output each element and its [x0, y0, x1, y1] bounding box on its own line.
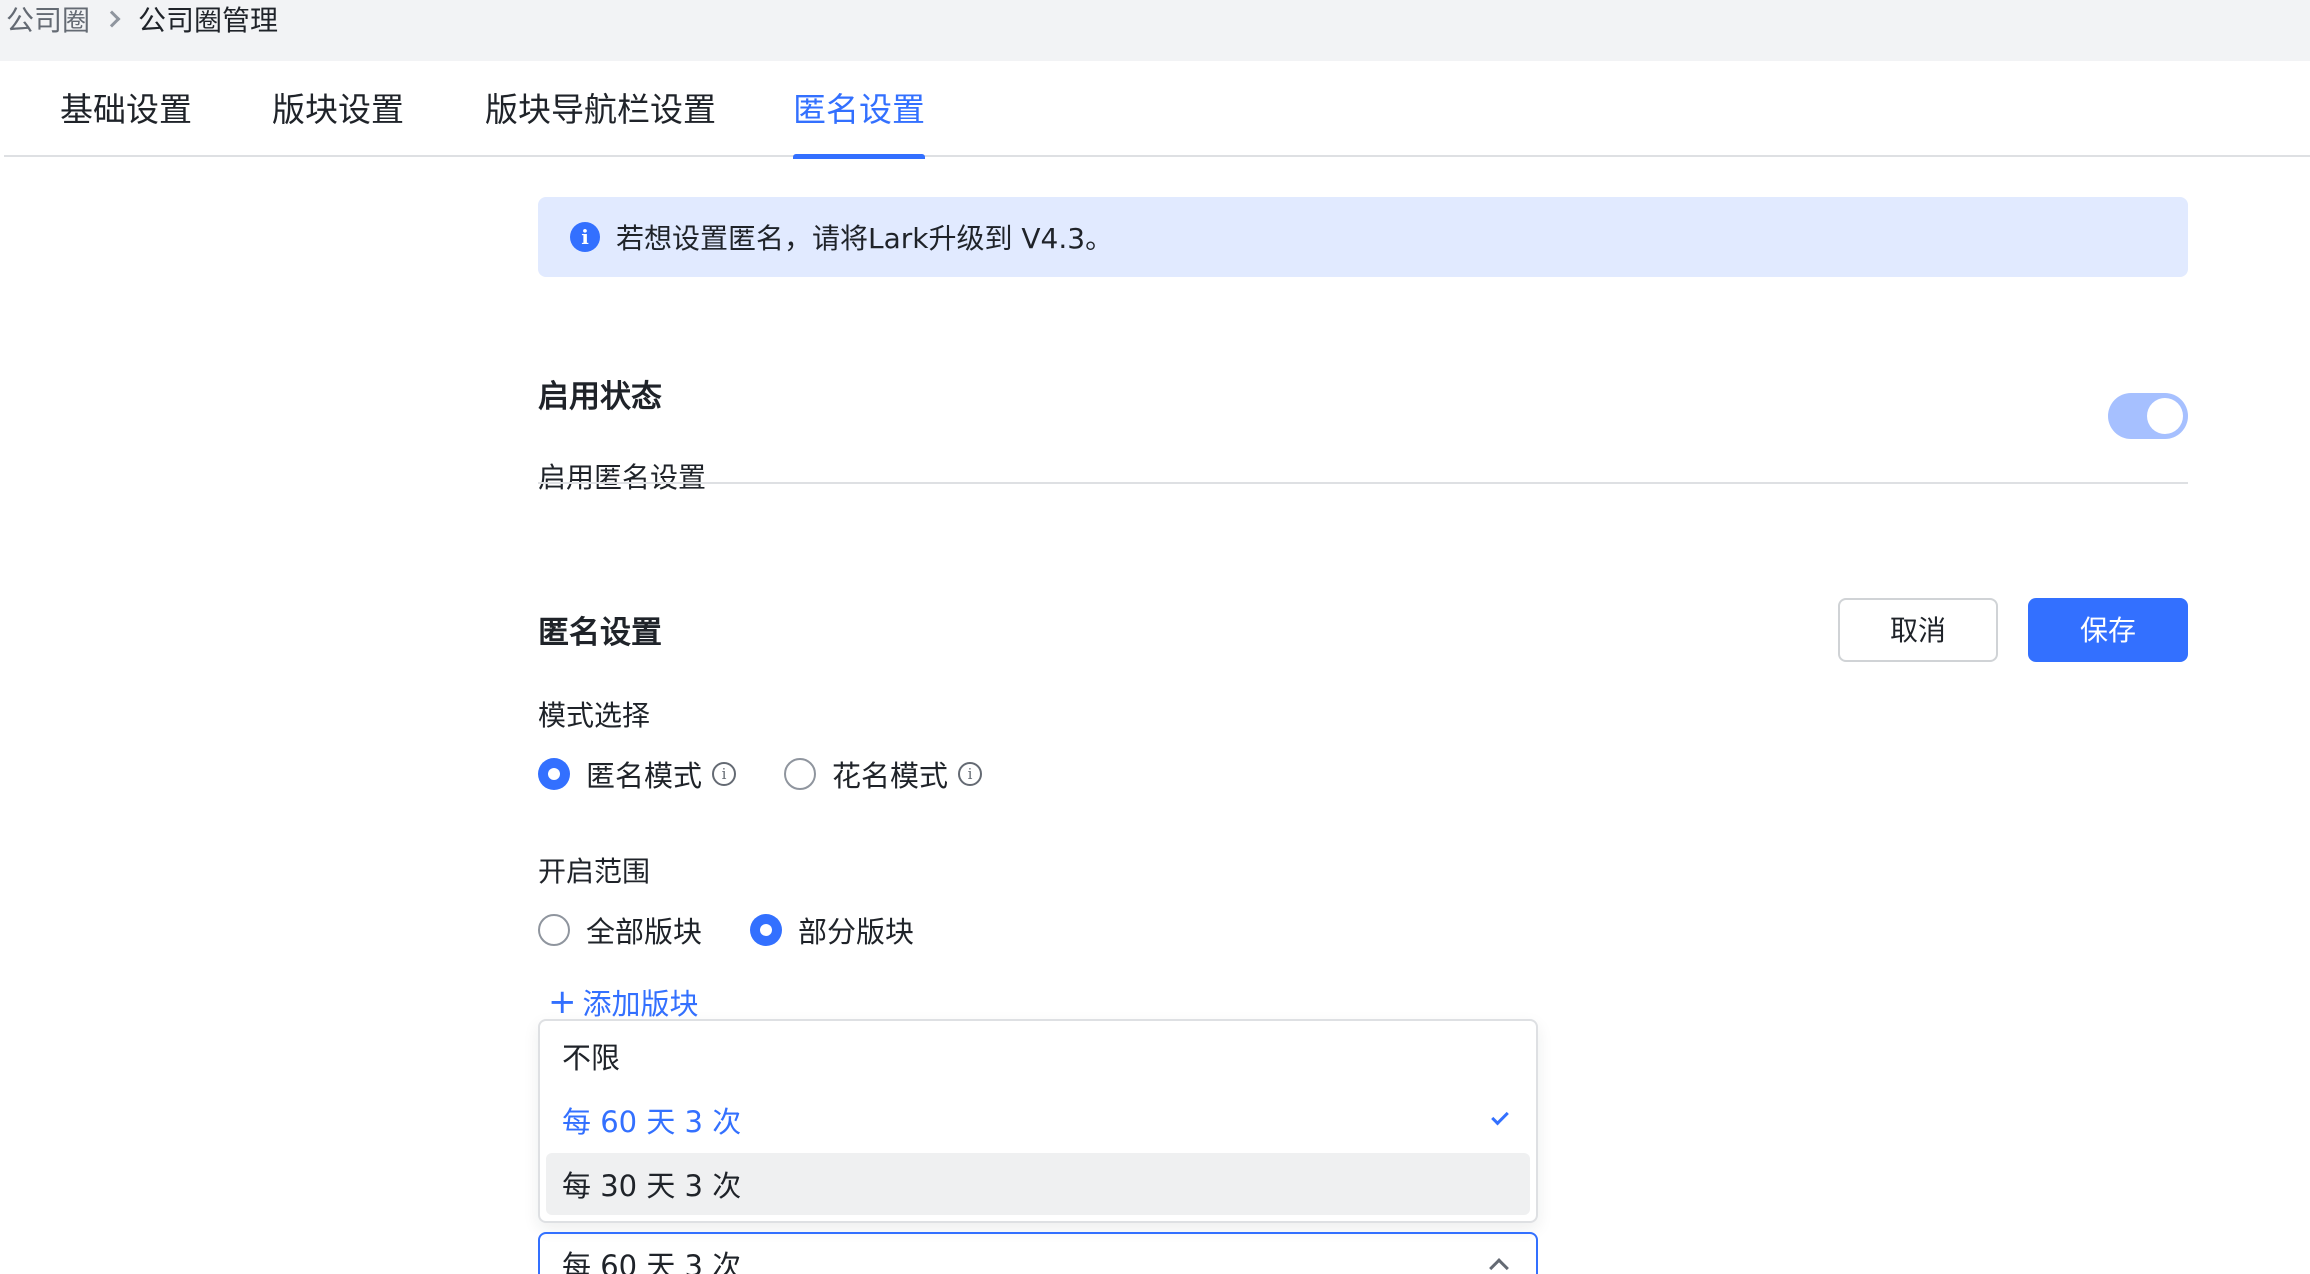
tab-board-nav-settings[interactable]: 版块导航栏设置	[485, 61, 716, 157]
notice-text: 若想设置匿名，请将Lark升级到 V4.3。	[616, 222, 1114, 255]
info-hint-icon[interactable]: i	[712, 762, 737, 786]
radio-anonymous-mode[interactable]: 匿名模式 i	[538, 753, 737, 795]
scope-label: 开启范围	[538, 855, 651, 888]
enable-status-title: 启用状态	[538, 379, 662, 415]
radio-label: 部分版块	[798, 915, 915, 949]
option-label: 不限	[562, 1041, 621, 1075]
radio-partial-boards[interactable]: 部分版块	[750, 909, 914, 951]
radio-checked-icon	[538, 758, 570, 790]
radio-nickname-mode[interactable]: 花名模式 i	[784, 753, 983, 795]
enable-anonymous-toggle[interactable]	[2108, 393, 2188, 439]
radio-label: 匿名模式	[586, 759, 703, 793]
breadcrumb: 公司圈 公司圈管理	[6, 0, 278, 38]
plus-icon: +	[548, 982, 577, 1022]
add-board-link[interactable]: + 添加版块	[548, 981, 699, 1023]
mode-radio-group: 匿名模式 i 花名模式 i	[538, 753, 1030, 795]
chevron-right-icon	[103, 10, 121, 28]
option-label: 每 60 天 3 次	[562, 1105, 742, 1139]
add-board-label: 添加版块	[582, 987, 699, 1021]
limit-dropdown-menu: 不限 每 60 天 3 次 每 30 天 3 次	[538, 1019, 1538, 1223]
dropdown-option-30-days[interactable]: 每 30 天 3 次	[546, 1153, 1530, 1215]
scope-radio-group: 全部版块 部分版块	[538, 909, 962, 951]
radio-checked-icon	[750, 914, 783, 946]
dropdown-option-60-days[interactable]: 每 60 天 3 次	[546, 1089, 1530, 1151]
enable-anonymous-label: 启用匿名设置	[538, 461, 707, 494]
info-hint-icon[interactable]: i	[958, 762, 983, 786]
save-button[interactable]: 保存	[2028, 598, 2188, 662]
tab-board-settings[interactable]: 版块设置	[272, 61, 404, 157]
top-bar: 公司圈 公司圈管理	[0, 0, 2310, 61]
check-icon	[1491, 1107, 1509, 1126]
tab-basic-settings[interactable]: 基础设置	[60, 61, 192, 157]
upgrade-notice: i 若想设置匿名，请将Lark升级到 V4.3。	[538, 197, 2188, 277]
select-value: 每 60 天 3 次	[562, 1249, 742, 1274]
radio-label: 全部版块	[586, 915, 703, 949]
breadcrumb-parent-link[interactable]: 公司圈	[6, 0, 90, 39]
radio-unchecked-icon	[538, 914, 570, 946]
breadcrumb-current: 公司圈管理	[138, 4, 279, 37]
option-label: 每 30 天 3 次	[562, 1169, 742, 1203]
radio-label: 花名模式	[832, 759, 949, 793]
info-icon: i	[570, 222, 600, 252]
mode-select-label: 模式选择	[538, 699, 651, 732]
tab-anonymous-settings[interactable]: 匿名设置	[793, 61, 925, 159]
limit-select[interactable]: 每 60 天 3 次	[538, 1232, 1538, 1274]
cancel-button[interactable]: 取消	[1838, 598, 1998, 662]
settings-card: 基础设置 版块设置 版块导航栏设置 匿名设置 i 若想设置匿名，请将Lark升级…	[4, 61, 2310, 1274]
section-divider	[538, 482, 2188, 484]
radio-unchecked-icon	[784, 758, 817, 790]
toggle-knob	[2147, 398, 2183, 434]
radio-all-boards[interactable]: 全部版块	[538, 909, 702, 951]
anonymous-settings-title: 匿名设置	[538, 615, 662, 651]
tab-bar: 基础设置 版块设置 版块导航栏设置 匿名设置	[4, 61, 2310, 159]
dropdown-option-unlimited[interactable]: 不限	[546, 1025, 1530, 1087]
chevron-up-icon	[1489, 1258, 1509, 1274]
